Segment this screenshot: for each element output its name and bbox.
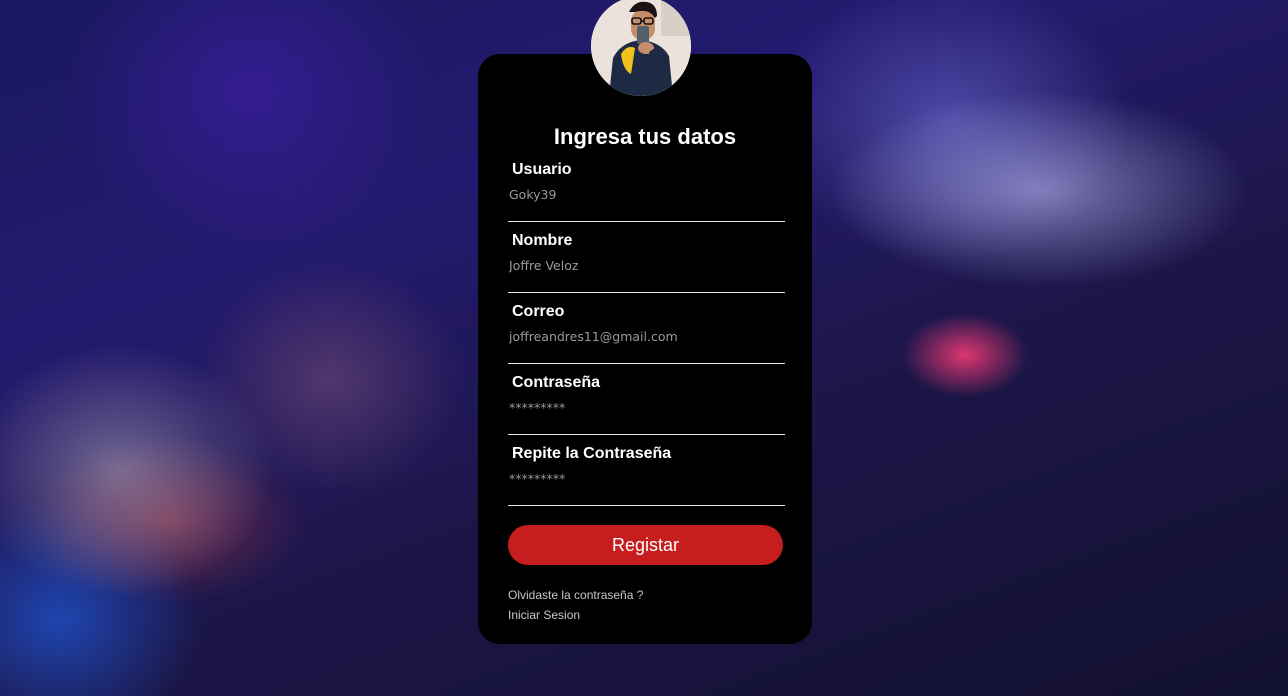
form-title: Ingresa tus datos (553, 124, 737, 149)
confirm-password-label: Repite la Contraseña (512, 445, 672, 462)
username-label: Usuario (512, 161, 572, 178)
confirm-password-field: Repite la Contraseña (508, 445, 785, 506)
password-field: Contraseña (508, 374, 785, 435)
forgot-password-link[interactable]: Olvidaste la contraseña ? (508, 588, 643, 602)
name-input[interactable] (508, 256, 780, 274)
email-input[interactable] (508, 327, 780, 345)
password-input[interactable] (508, 398, 780, 416)
profile-avatar (591, 0, 691, 96)
avatar-photo (591, 0, 691, 96)
password-label: Contraseña (512, 374, 601, 391)
email-field: Correo (508, 303, 785, 364)
login-link[interactable]: Iniciar Sesion (508, 608, 580, 622)
confirm-password-input[interactable] (508, 469, 780, 487)
name-label: Nombre (512, 232, 573, 249)
email-label: Correo (512, 303, 565, 320)
name-field: Nombre (508, 232, 785, 293)
username-input[interactable] (508, 185, 780, 203)
register-button[interactable]: Registar (508, 525, 783, 565)
username-field: Usuario (508, 161, 785, 222)
